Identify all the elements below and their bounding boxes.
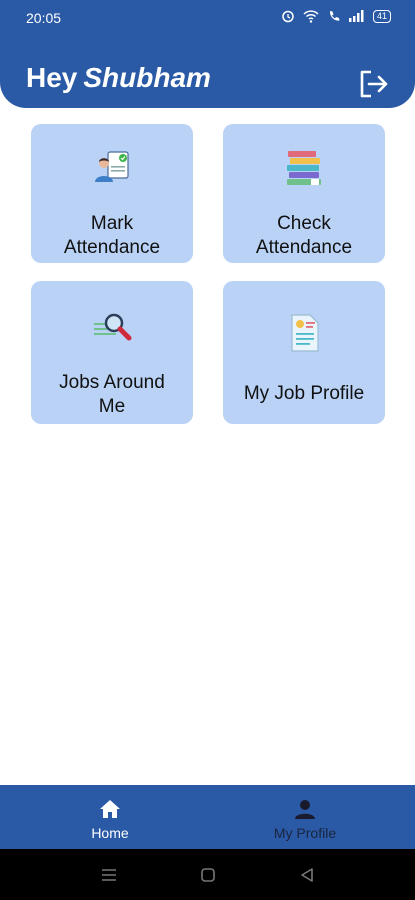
status-time: 20:05 (26, 10, 62, 26)
home-button-icon[interactable] (199, 866, 217, 884)
bottom-navigation: Home My Profile (0, 785, 415, 849)
system-navigation-bar (0, 849, 415, 900)
battery-icon: 41 (372, 9, 391, 23)
card-label-line: Check (277, 213, 331, 234)
mark-attendance-label: Mark Attendance (31, 212, 193, 260)
nav-home-label: Home (91, 825, 129, 841)
my-job-profile-card[interactable]: My Job Profile (223, 281, 385, 424)
check-attendance-label: Check Attendance (223, 212, 385, 260)
attendance-person-icon (95, 151, 129, 182)
wifi-icon (303, 10, 319, 23)
home-icon (100, 800, 120, 818)
signal-icon (348, 10, 364, 22)
card-label-line: Attendance (63, 237, 161, 258)
greeting: Hey Shubham (26, 62, 211, 94)
greeting-text: Hey (26, 62, 78, 93)
alarm-icon (282, 10, 294, 23)
app-header: 20:05 41 Hey Shubham (0, 0, 415, 108)
card-label-line: Mark (90, 213, 134, 234)
nav-my-profile-label: My Profile (273, 825, 337, 841)
status-bar: 20:05 41 (0, 0, 415, 36)
my-job-profile-label: My Job Profile (243, 383, 365, 404)
jobs-around-me-card[interactable]: Jobs Around Me (31, 281, 193, 424)
resume-document-icon (291, 314, 319, 352)
nav-home[interactable]: Home (10, 785, 210, 849)
nav-my-profile[interactable]: My Profile (205, 785, 405, 849)
check-attendance-card[interactable]: Check Attendance (223, 124, 385, 263)
books-stack-icon (287, 151, 321, 185)
user-name: Shubham (83, 62, 211, 93)
call-icon (329, 11, 340, 21)
jobs-around-me-label: Jobs Around Me (31, 371, 193, 419)
person-icon (295, 800, 315, 819)
logout-icon[interactable] (357, 68, 389, 100)
status-icons: 41 (281, 9, 391, 23)
recent-apps-icon[interactable] (100, 866, 118, 884)
back-button-icon[interactable] (298, 866, 316, 884)
search-magnifier-icon (94, 313, 132, 341)
card-label-line: Attendance (255, 237, 353, 258)
card-label-line: Jobs Around (59, 372, 165, 393)
mark-attendance-card[interactable]: Mark Attendance (31, 124, 193, 263)
card-label-line: Me (98, 396, 126, 417)
